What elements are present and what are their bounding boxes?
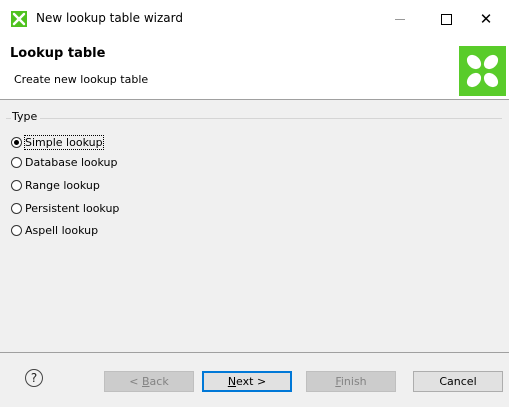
radio-button[interactable] bbox=[11, 224, 22, 236]
help-icon: ? bbox=[30, 371, 38, 385]
radio-aspell-lookup[interactable]: Aspell lookup bbox=[11, 222, 98, 238]
title-bar: New lookup table wizard ✕ bbox=[0, 0, 509, 38]
finish-button[interactable]: Finish bbox=[306, 371, 396, 392]
radio-label: Persistent lookup bbox=[25, 201, 120, 215]
radio-range-lookup[interactable]: Range lookup bbox=[11, 177, 100, 193]
minimize-icon bbox=[395, 18, 405, 20]
close-button[interactable]: ✕ bbox=[463, 0, 509, 38]
cancel-button[interactable]: Cancel bbox=[413, 371, 503, 392]
radio-label: Aspell lookup bbox=[25, 223, 99, 237]
footer-divider bbox=[0, 352, 509, 353]
maximize-icon bbox=[440, 13, 452, 25]
radio-label: Simple lookup bbox=[24, 134, 104, 150]
radio-label: Range lookup bbox=[25, 178, 100, 192]
radio-persistent-lookup[interactable]: Persistent lookup bbox=[11, 200, 119, 216]
back-button[interactable]: < Back bbox=[104, 371, 194, 392]
radio-button-selected[interactable] bbox=[11, 136, 22, 148]
radio-simple-lookup[interactable]: Simple lookup bbox=[11, 134, 104, 150]
radio-label: Database lookup bbox=[25, 155, 118, 169]
cloverdx-logo-icon bbox=[11, 11, 27, 27]
radio-database-lookup[interactable]: Database lookup bbox=[11, 154, 118, 170]
next-button[interactable]: Next > bbox=[202, 371, 292, 392]
page-title: Lookup table bbox=[10, 46, 106, 61]
page-description: Create new lookup table bbox=[14, 73, 149, 86]
wizard-header: Lookup table Create new lookup table bbox=[0, 38, 509, 99]
radio-button[interactable] bbox=[11, 202, 22, 214]
cloverdx-logo-icon bbox=[459, 46, 506, 96]
wizard-window: New lookup table wizard ✕ Lookup table C… bbox=[0, 0, 509, 407]
header-divider bbox=[0, 99, 509, 100]
type-group-label: Type bbox=[11, 110, 41, 123]
radio-button[interactable] bbox=[11, 179, 22, 191]
close-icon: ✕ bbox=[479, 9, 493, 28]
window-title: New lookup table wizard bbox=[36, 11, 183, 25]
minimize-button[interactable] bbox=[377, 0, 423, 38]
help-button[interactable]: ? bbox=[25, 369, 43, 387]
radio-button[interactable] bbox=[11, 156, 22, 168]
